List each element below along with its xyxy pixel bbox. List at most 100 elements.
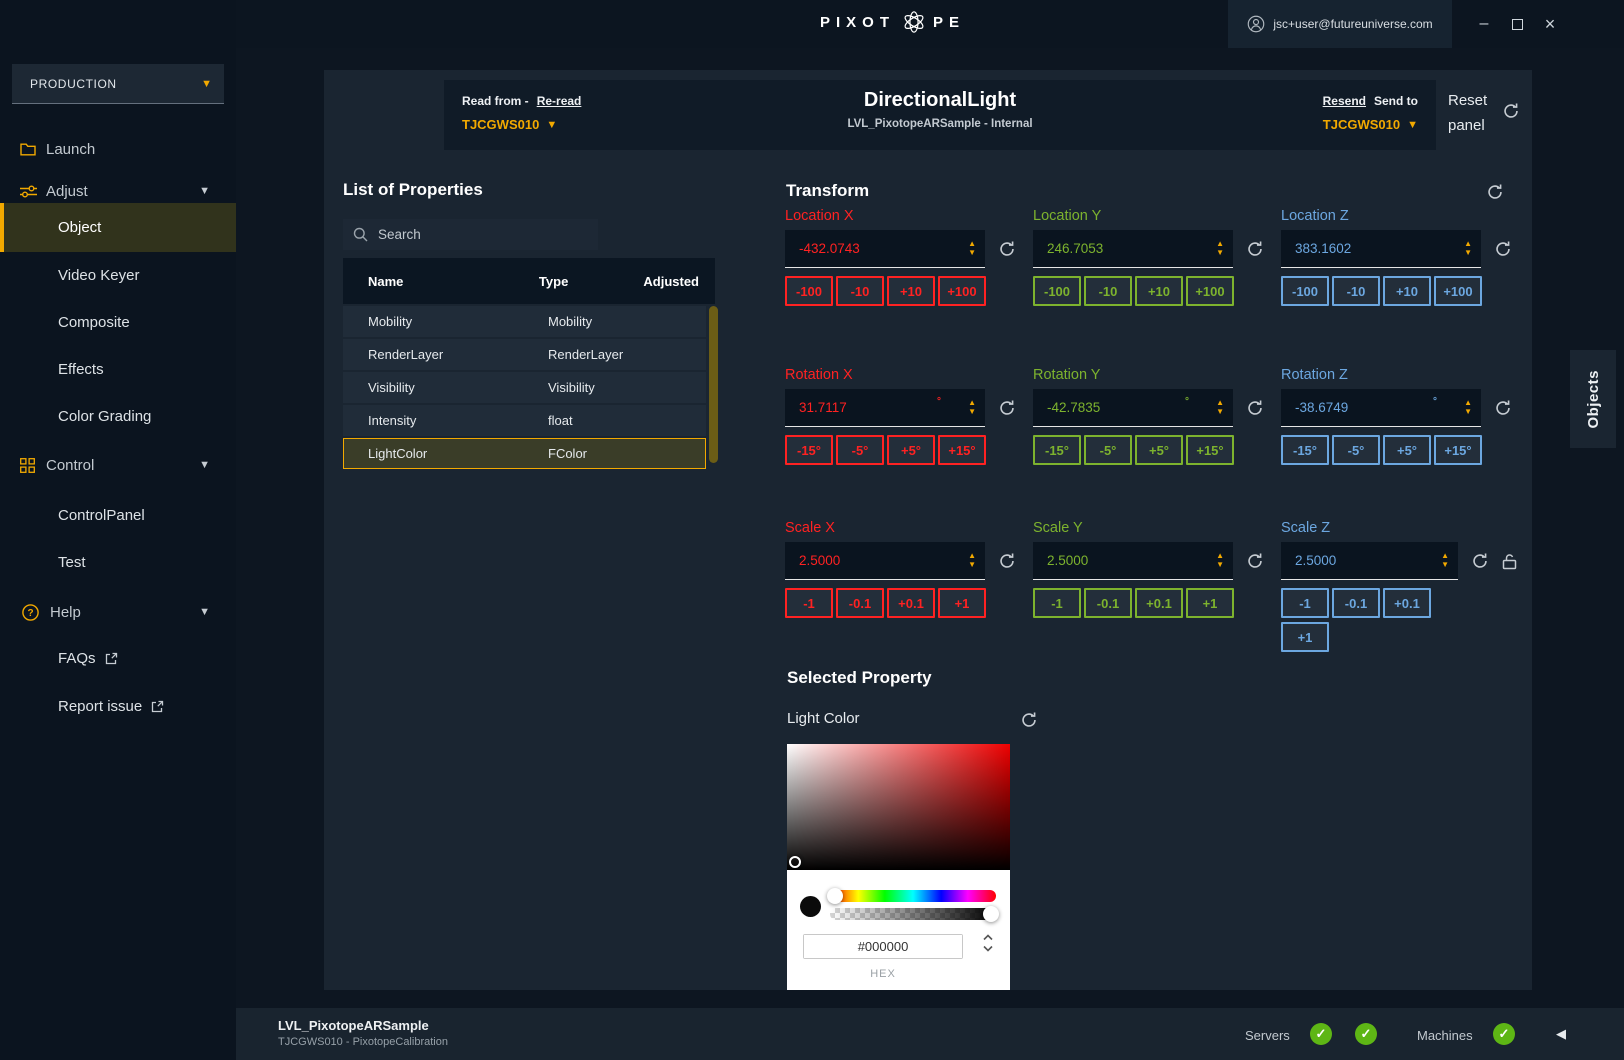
rotation-y-input[interactable]: -42.7835 ° ▲ ▼ [1033, 389, 1233, 427]
rotation-x-step-button[interactable]: -5° [836, 435, 884, 465]
collapse-statusbar-icon[interactable]: ◀ [1556, 1026, 1566, 1042]
hue-handle[interactable] [827, 888, 843, 904]
refresh-icon[interactable] [1246, 552, 1264, 570]
saturation-handle[interactable] [789, 856, 801, 868]
scale-y-step-button[interactable]: -1 [1033, 588, 1081, 618]
property-row-intensity[interactable]: Intensity float [343, 405, 706, 436]
refresh-icon[interactable] [998, 552, 1016, 570]
search-input[interactable] [378, 227, 588, 242]
sidebar-item-video-keyer[interactable]: Video Keyer [0, 252, 236, 299]
rotation-y-step-button[interactable]: -5° [1084, 435, 1132, 465]
objects-tab[interactable]: Objects [1570, 350, 1616, 448]
properties-scrollbar[interactable] [709, 306, 718, 463]
sidebar-item-control[interactable]: Control ▼ [0, 448, 236, 482]
location-x-step-button[interactable]: +10 [887, 276, 935, 306]
location-x-step-button[interactable]: +100 [938, 276, 986, 306]
refresh-icon[interactable] [998, 399, 1016, 417]
scale-y-step-button[interactable]: +1 [1186, 588, 1234, 618]
sidebar-item-composite[interactable]: Composite [0, 299, 236, 346]
scale-z-input[interactable]: 2.5000 ▲ ▼ [1281, 542, 1458, 580]
send-to-machine-dropdown[interactable]: TJCGWS010 ▼ [1323, 117, 1418, 132]
read-from-machine-dropdown[interactable]: TJCGWS010 ▼ [462, 117, 581, 132]
maximize-button[interactable] [1501, 0, 1533, 48]
location-y-step-button[interactable]: +10 [1135, 276, 1183, 306]
property-row-lightcolor[interactable]: LightColor FColor [343, 438, 706, 469]
stepper-arrows-icon[interactable]: ▲ ▼ [968, 551, 976, 569]
resend-link[interactable]: Resend [1323, 94, 1366, 108]
location-z-step-button[interactable]: +100 [1434, 276, 1482, 306]
sidebar-item-report-issue[interactable]: Report issue [0, 683, 236, 730]
lock-open-icon[interactable] [1502, 553, 1517, 570]
location-y-step-button[interactable]: -100 [1033, 276, 1081, 306]
stepper-arrows-icon[interactable]: ▲ ▼ [1464, 239, 1472, 257]
sidebar-item-test[interactable]: Test [0, 539, 236, 586]
scale-y-step-button[interactable]: -0.1 [1084, 588, 1132, 618]
property-row-visibility[interactable]: Visibility Visibility [343, 372, 706, 403]
rotation-y-step-button[interactable]: +5° [1135, 435, 1183, 465]
user-account-button[interactable]: jsc+user@futureuniverse.com [1228, 0, 1452, 48]
scale-z-step-button[interactable]: -1 [1281, 588, 1329, 618]
location-z-step-button[interactable]: +10 [1383, 276, 1431, 306]
minimize-button[interactable]: – [1468, 0, 1500, 48]
scale-x-step-button[interactable]: -1 [785, 588, 833, 618]
scale-x-step-button[interactable]: -0.1 [836, 588, 884, 618]
hex-input[interactable] [804, 935, 962, 958]
rotation-z-step-button[interactable]: +15° [1434, 435, 1482, 465]
scale-y-step-button[interactable]: +0.1 [1135, 588, 1183, 618]
hue-slider[interactable] [827, 888, 996, 904]
rotation-z-input[interactable]: -38.6749 ° ▲ ▼ [1281, 389, 1481, 427]
property-row-renderlayer[interactable]: RenderLayer RenderLayer [343, 339, 706, 370]
rotation-z-step-button[interactable]: -15° [1281, 435, 1329, 465]
saturation-area[interactable] [787, 744, 1010, 870]
reset-panel-button[interactable]: Reset panel [1448, 88, 1510, 138]
stepper-arrows-icon[interactable]: ▲ ▼ [968, 239, 976, 257]
stepper-arrows-icon[interactable]: ▲ ▼ [1216, 398, 1224, 416]
location-y-input[interactable]: 246.7053 ▲ ▼ [1033, 230, 1233, 268]
rotation-y-step-button[interactable]: -15° [1033, 435, 1081, 465]
sidebar-item-color-grading[interactable]: Color Grading [0, 393, 236, 440]
scale-x-input[interactable]: 2.5000 ▲ ▼ [785, 542, 985, 580]
location-x-step-button[interactable]: -100 [785, 276, 833, 306]
close-button[interactable]: × [1534, 0, 1566, 48]
refresh-icon[interactable] [1246, 240, 1264, 258]
property-search[interactable] [343, 219, 598, 250]
location-y-step-button[interactable]: -10 [1084, 276, 1132, 306]
refresh-icon[interactable] [1020, 711, 1038, 729]
rotation-z-step-button[interactable]: -5° [1332, 435, 1380, 465]
scale-x-step-button[interactable]: +1 [938, 588, 986, 618]
sidebar-item-faqs[interactable]: FAQs [0, 635, 236, 682]
alpha-handle[interactable] [983, 906, 999, 922]
stepper-arrows-icon[interactable]: ▲ ▼ [968, 398, 976, 416]
location-x-step-button[interactable]: -10 [836, 276, 884, 306]
location-z-input[interactable]: 383.1602 ▲ ▼ [1281, 230, 1481, 268]
rotation-z-step-button[interactable]: +5° [1383, 435, 1431, 465]
refresh-icon[interactable] [1246, 399, 1264, 417]
refresh-icon[interactable] [1471, 552, 1489, 570]
refresh-icon[interactable] [1494, 240, 1512, 258]
scale-x-step-button[interactable]: +0.1 [887, 588, 935, 618]
rotation-x-step-button[interactable]: +15° [938, 435, 986, 465]
location-z-step-button[interactable]: -100 [1281, 276, 1329, 306]
hex-stepper[interactable] [983, 934, 993, 952]
location-z-step-button[interactable]: -10 [1332, 276, 1380, 306]
stepper-arrows-icon[interactable]: ▲ ▼ [1216, 239, 1224, 257]
scale-y-input[interactable]: 2.5000 ▲ ▼ [1033, 542, 1233, 580]
refresh-icon[interactable] [1502, 102, 1520, 120]
reread-link[interactable]: Re-read [537, 94, 582, 108]
production-dropdown[interactable]: PRODUCTION ▼ [12, 64, 224, 104]
sidebar-item-launch[interactable]: Launch [0, 132, 236, 166]
rotation-y-step-button[interactable]: +15° [1186, 435, 1234, 465]
rotation-x-step-button[interactable]: +5° [887, 435, 935, 465]
sidebar-item-help[interactable]: ? Help ▼ [0, 595, 236, 629]
stepper-arrows-icon[interactable]: ▲ ▼ [1441, 551, 1449, 569]
scale-z-step-button[interactable]: +1 [1281, 622, 1329, 652]
location-y-step-button[interactable]: +100 [1186, 276, 1234, 306]
rotation-x-input[interactable]: 31.7117 ° ▲ ▼ [785, 389, 985, 427]
scale-z-step-button[interactable]: -0.1 [1332, 588, 1380, 618]
alpha-slider[interactable] [830, 906, 999, 922]
sidebar-item-controlpanel[interactable]: ControlPanel [0, 492, 236, 539]
sidebar-item-effects[interactable]: Effects [0, 346, 236, 393]
location-x-input[interactable]: -432.0743 ▲ ▼ [785, 230, 985, 268]
stepper-arrows-icon[interactable]: ▲ ▼ [1464, 398, 1472, 416]
sidebar-item-object[interactable]: Object [0, 203, 236, 252]
